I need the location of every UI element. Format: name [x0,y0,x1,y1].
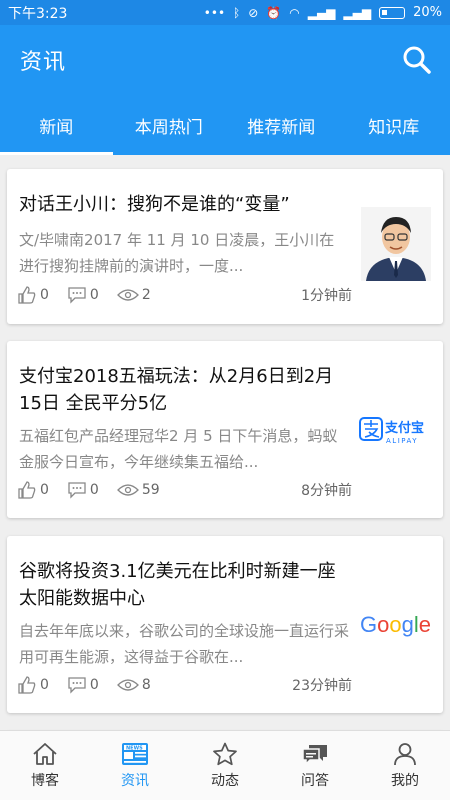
like-count: 0 [40,482,49,498]
comment-icon [68,482,86,499]
alipay-logo-icon: 支付宝 ALIPAY [359,417,424,445]
alarm-icon: ⏰ [266,5,282,20]
tab-weekly-hot[interactable]: 本周热门 [113,95,226,155]
signal-icon-2: ▂▄▆ [343,5,372,20]
thumbs-up-icon [18,481,36,499]
like-count: 0 [40,677,49,693]
page-title: 资讯 [20,50,67,75]
comment-icon [68,287,86,304]
comment-icon [68,677,86,694]
comment-count: 0 [89,287,99,303]
chat-icon [302,744,327,766]
view-stat: 2 [116,287,151,303]
article-meta: 0 0 2 1分钟前 [17,284,352,306]
comment-button[interactable]: 0 [67,286,99,304]
nav-label: 资讯 [121,772,149,789]
tab-recommended[interactable]: 推荐新闻 [225,95,338,155]
nav-news[interactable]: NEWS 资讯 [90,731,180,800]
article-time: 23分钟前 [292,678,352,694]
view-count: 8 [141,677,151,693]
battery-percent: 20% [413,5,442,20]
comment-count: 0 [89,677,99,693]
person-photo-icon [361,207,431,281]
signal-icon: ▂▄▆ [307,5,336,20]
mute-icon: ⊘ [248,5,259,20]
thumbs-up-icon [18,676,36,694]
svg-text:NEWS: NEWS [126,745,143,751]
google-logo-icon: Google [360,612,431,637]
article-thumbnail [359,207,433,281]
nav-profile[interactable]: 我的 [360,731,450,800]
article-time: 1分钟前 [301,288,352,304]
status-bar: 下午3:23 ••• ᛒ ⊘ ⏰ ◠ ▂▄▆ ▂▄▆ 20% [0,0,450,25]
search-icon[interactable] [402,45,432,75]
article-meta: 0 0 59 8分钟前 [17,479,352,501]
article-summary: 五福红包产品经理冠华2 月 5 日下午消息，蚂蚁金服今日宣布，今年继续集五福给.… [19,427,338,471]
article-title: 支付宝2018五福玩法：从2月6日到2月15日 全民平分5亿 [19,366,334,414]
news-icon: NEWS [122,742,148,765]
like-button[interactable]: 0 [17,480,49,500]
article-thumbnail: 支付宝 ALIPAY [359,393,433,467]
like-button[interactable]: 0 [17,675,49,695]
bluetooth-icon: ᛒ [233,5,241,20]
article-time: 8分钟前 [301,483,352,499]
status-icons: ••• ᛒ ⊘ ⏰ ◠ ▂▄▆ ▂▄▆ 20% [204,5,442,20]
bottom-nav: 博客 NEWS 资讯 动态 问答 我的 [0,730,450,800]
article-card[interactable]: 支付宝2018五福玩法：从2月6日到2月15日 全民平分5亿 五福红包产品经理冠… [7,341,443,518]
nav-qa[interactable]: 问答 [270,731,360,800]
view-count: 59 [141,482,160,498]
view-stat: 59 [116,482,160,498]
view-stat: 8 [116,677,151,693]
nav-label: 我的 [391,772,419,789]
battery-icon [379,6,406,19]
article-list: 对话王小川：搜狗不是谁的“变量” 文/毕啸南2017 年 11 月 10 日凌晨… [0,155,450,730]
nav-label: 问答 [301,772,329,789]
like-count: 0 [40,287,49,303]
eye-icon [116,484,139,496]
comment-count: 0 [89,482,99,498]
article-meta: 0 0 8 23分钟前 [17,674,352,696]
alipay-logo-subtext: ALIPAY [386,437,418,445]
eye-icon [116,679,139,691]
like-button[interactable]: 0 [17,285,49,305]
nav-blog[interactable]: 博客 [0,731,90,800]
person-icon [394,742,416,765]
status-time: 下午3:23 [8,5,68,22]
article-title: 谷歌将投资3.1亿美元在比利时新建一座太阳能数据中心 [19,561,336,609]
more-dots-icon: ••• [203,5,226,20]
nav-activity[interactable]: 动态 [180,731,270,800]
article-summary: 文/毕啸南2017 年 11 月 10 日凌晨，王小川在进行搜狗挂牌前的演讲时，… [19,231,335,275]
comment-button[interactable]: 0 [67,481,99,499]
tab-knowledge[interactable]: 知识库 [338,95,450,155]
app-bar: 资讯 [0,25,450,95]
wifi-icon: ◠ [289,5,300,20]
eye-icon [116,289,139,301]
star-icon [213,742,237,765]
tab-bar: 新闻 本周热门 推荐新闻 知识库 [0,95,450,155]
article-card[interactable]: 谷歌将投资3.1亿美元在比利时新建一座太阳能数据中心 自去年年底以来，谷歌公司的… [7,536,443,713]
tab-news[interactable]: 新闻 [0,95,113,155]
thumbs-up-icon [18,286,36,304]
comment-button[interactable]: 0 [67,676,99,694]
view-count: 2 [141,287,151,303]
article-thumbnail: Google [359,588,433,662]
nav-label: 博客 [31,772,59,789]
google-logo-text: Google [360,612,431,637]
article-summary: 自去年年底以来，谷歌公司的全球设施一直运行采用可再生能源，这得益于谷歌在... [19,622,350,666]
home-icon [33,742,57,765]
article-card[interactable]: 对话王小川：搜狗不是谁的“变量” 文/毕啸南2017 年 11 月 10 日凌晨… [7,169,443,324]
article-title: 对话王小川：搜狗不是谁的“变量” [19,194,290,215]
alipay-logo-text: 支付宝 [384,420,424,436]
nav-label: 动态 [211,772,239,789]
